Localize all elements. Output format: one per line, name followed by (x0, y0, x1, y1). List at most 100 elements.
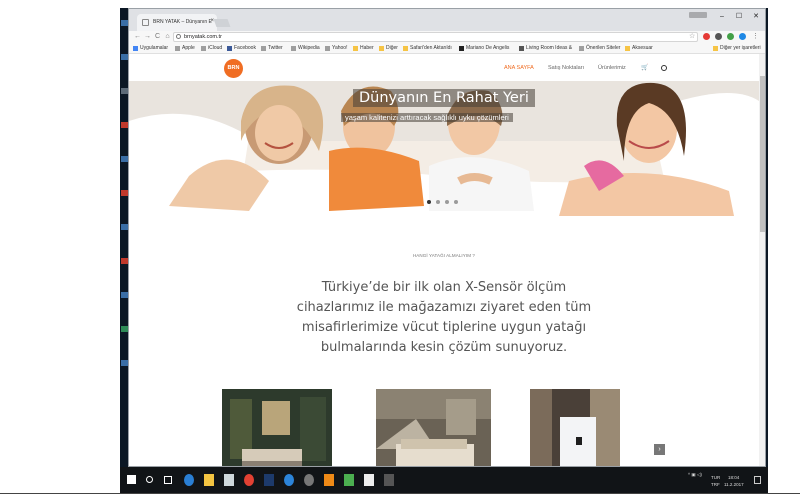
product-image-1[interactable] (222, 389, 332, 466)
bookmark-item[interactable]: Twitter (261, 44, 283, 53)
new-tab-button[interactable] (213, 19, 231, 27)
slider-dot[interactable] (454, 200, 458, 204)
reload-button[interactable]: C (153, 32, 162, 42)
vlc-icon[interactable] (324, 474, 334, 486)
folder-icon (625, 46, 630, 51)
file-explorer-icon[interactable] (204, 474, 214, 486)
minimize-button[interactable]: – (715, 12, 729, 22)
product-image-3[interactable] (530, 389, 620, 466)
windows-logo-icon[interactable] (127, 475, 136, 484)
facebook-icon (227, 46, 232, 51)
bookmark-item[interactable]: Mariano De Angelis (459, 44, 509, 53)
folder-icon (713, 46, 718, 51)
slider-dot[interactable] (427, 200, 431, 204)
bookmark-item[interactable]: Apple (175, 44, 195, 53)
clock-time[interactable]: 18:04 (728, 475, 739, 480)
info-icon[interactable] (176, 34, 181, 39)
bedroom-photo-2 (376, 389, 491, 466)
edge-browser-icon[interactable] (184, 474, 194, 486)
back-button[interactable]: ← (133, 32, 142, 42)
page-icon (291, 46, 296, 51)
page-icon (201, 46, 206, 51)
apps-grid-icon (133, 46, 138, 51)
bookmark-item[interactable]: Uygulamalar (133, 44, 168, 53)
hero-slider: Dünyanın En Rahat Yeri yaşam kalitenizi … (129, 81, 759, 225)
tab-title: BRN YATAK – Dünyanın E (153, 19, 212, 25)
pinterest-extension-icon[interactable] (703, 33, 710, 40)
nav-ana-sayfa[interactable]: ANA SAYFA (504, 65, 534, 71)
slider-dots (427, 200, 459, 205)
maximize-button[interactable]: ☐ (732, 12, 746, 22)
bookmark-item[interactable]: iCloud (201, 44, 222, 53)
photoshop-icon[interactable] (264, 474, 274, 486)
nav-urunlerimiz[interactable]: Ürünlerimiz (598, 65, 626, 71)
slider-dot[interactable] (436, 200, 440, 204)
page-icon (175, 46, 180, 51)
bookmark-item[interactable]: Yahoo! (325, 44, 347, 53)
scrollbar-thumb[interactable] (760, 76, 765, 232)
bookmark-folder[interactable]: Diğer (379, 44, 398, 53)
brn-logo[interactable]: BRN (224, 59, 243, 78)
forward-button[interactable]: → (143, 32, 152, 42)
bookmark-folder[interactable]: Aksesuar (625, 44, 653, 53)
bookmark-item[interactable]: Living Room Ideas & (519, 44, 572, 53)
close-window-button[interactable]: ✕ (749, 12, 763, 22)
screenshot-stage: BRN YATAK – Dünyanın E × – ☐ ✕ ← → C ⌂ b… (0, 0, 800, 500)
store-icon[interactable] (224, 474, 234, 486)
page-icon (261, 46, 266, 51)
tab-brn-yatak[interactable]: BRN YATAK – Dünyanın E × (137, 14, 217, 31)
app-icon[interactable] (364, 474, 374, 486)
bookmark-star-icon[interactable]: ☆ (689, 32, 695, 42)
bookmark-item[interactable]: Wikipedia (291, 44, 320, 53)
translate-extension-icon[interactable] (739, 33, 746, 40)
folder-icon (379, 46, 384, 51)
product-image-2[interactable] (376, 389, 491, 466)
app-icon[interactable] (384, 474, 394, 486)
home-button[interactable]: ⌂ (163, 32, 172, 42)
page-icon (325, 46, 330, 51)
site-header: BRN ANA SAYFA Satış Noktaları Ürünlerimi… (129, 54, 759, 81)
windows-taskbar: ^ ▣ ◁) TUR TRF 18:04 11.2.2017 (120, 467, 768, 493)
carousel-next-button[interactable]: › (654, 444, 665, 455)
browser-toolbar: ← → C ⌂ brnyatak.com.tr ☆ ⋮ (129, 31, 765, 43)
section-kicker: HANGİ YATAĞI ALMALIYIM ? (412, 253, 476, 258)
cart-icon[interactable]: 🛒 (641, 64, 648, 71)
app-icon[interactable] (344, 474, 354, 486)
bookmark-item[interactable]: Facebook (227, 44, 256, 53)
screen-edge (0, 493, 800, 494)
tab-strip: BRN YATAK – Dünyanın E × – ☐ ✕ (129, 9, 765, 31)
notification-icon[interactable] (754, 476, 761, 484)
address-bar[interactable]: brnyatak.com.tr (173, 32, 698, 42)
intro-text: Türkiye’de bir ilk olan X-Sensör ölçüm c… (296, 280, 592, 355)
tray-icons[interactable]: ^ ▣ ◁) (688, 472, 702, 478)
language-indicator-sub: TRF (711, 482, 720, 487)
hero-subtitle: yaşam kalitenizi arttıracak sağlıklı uyk… (341, 113, 513, 122)
shield-extension-icon[interactable] (727, 33, 734, 40)
profile-chip[interactable] (689, 12, 707, 18)
clock-date[interactable]: 11.2.2017 (724, 482, 744, 487)
search-icon[interactable] (146, 476, 153, 483)
chrome-menu-icon[interactable]: ⋮ (751, 32, 760, 42)
page-scrollbar[interactable] (759, 54, 765, 466)
chrome-icon[interactable] (244, 474, 254, 486)
nav-satis-noktalari[interactable]: Satış Noktaları (548, 65, 584, 71)
bookmark-folder[interactable]: Haber (353, 44, 374, 53)
mattress-photo-3 (530, 389, 620, 466)
bookmark-item[interactable]: Önerilen Siteler (579, 44, 620, 53)
bookmark-folder[interactable]: Safari'den Aktarıldı (403, 44, 452, 53)
extension-icon[interactable] (715, 33, 722, 40)
search-icon[interactable] (661, 65, 667, 71)
page-favicon-icon (142, 19, 149, 26)
other-bookmarks-folder[interactable]: Diğer yer işaretleri (713, 44, 761, 53)
address-text: brnyatak.com.tr (184, 34, 222, 40)
page-icon (459, 46, 464, 51)
chrome-window: BRN YATAK – Dünyanın E × – ☐ ✕ ← → C ⌂ b… (128, 8, 766, 467)
app-icon[interactable] (304, 474, 314, 486)
web-page: BRN ANA SAYFA Satış Noktaları Ürünlerimi… (129, 54, 759, 466)
app-icon[interactable] (284, 474, 294, 486)
language-indicator[interactable]: TUR (711, 475, 720, 480)
bedroom-photo-1 (222, 389, 332, 466)
slider-dot[interactable] (445, 200, 449, 204)
bookmarks-bar: Uygulamalar Apple iCloud Facebook Twitte… (129, 43, 765, 54)
task-view-icon[interactable] (164, 476, 172, 484)
